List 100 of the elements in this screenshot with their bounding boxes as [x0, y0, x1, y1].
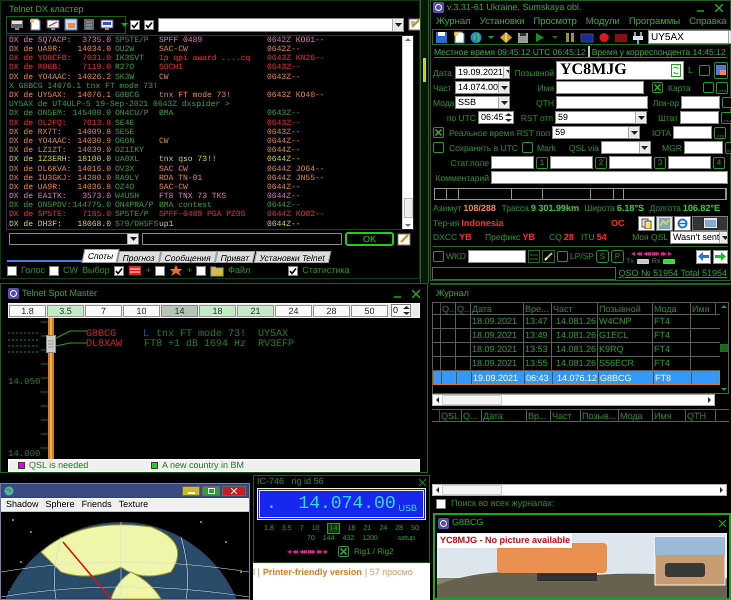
table-row[interactable]: 19.09.2021 06:43 14.076.12 G8BCG FT8 [433, 371, 720, 385]
edit-icon[interactable] [397, 232, 411, 246]
checkbox[interactable] [436, 499, 446, 510]
input-field[interactable] [673, 126, 712, 140]
close-button[interactable] [222, 486, 246, 496]
close-icon[interactable] [412, 290, 420, 298]
arrow-button[interactable]: ◂ [287, 546, 289, 558]
checkbox[interactable] [433, 142, 444, 154]
column-header[interactable]: Мода [653, 303, 691, 314]
checkbox[interactable] [338, 546, 349, 557]
qsl-via-combo[interactable] [600, 141, 651, 154]
close-icon[interactable] [715, 4, 723, 12]
globe-icon[interactable] [469, 30, 483, 44]
checkbox[interactable] [130, 20, 140, 30]
toggle-button[interactable]: S [596, 250, 609, 263]
arrow-button[interactable]: ◂◂◂ [643, 248, 650, 258]
checkbox[interactable] [48, 266, 59, 276]
tab[interactable]: Установки Telnet [254, 251, 332, 264]
record-icon[interactable] [597, 30, 611, 44]
menu-item[interactable]: Установки [480, 14, 524, 30]
slider-thumb[interactable] [46, 335, 56, 353]
field-button[interactable]: 3 [654, 156, 666, 169]
input-field[interactable] [684, 141, 723, 154]
menu-item[interactable]: Friends [82, 498, 112, 512]
filter-combo[interactable] [158, 18, 404, 32]
arrow-button[interactable]: ◂◂◂ [299, 546, 305, 558]
arrow-button[interactable]: ▸▸ [317, 546, 321, 558]
scrollbar[interactable] [720, 303, 728, 394]
spot-callsign[interactable]: DL8XAW [86, 337, 122, 352]
tab[interactable]: Прогноз [117, 251, 162, 264]
arrow-button[interactable]: ▸▸▸ [308, 546, 314, 558]
input-field[interactable] [550, 156, 593, 170]
table-row[interactable]: 18.09.2021 13:49 14.081.26 G1ECL FT4 [433, 329, 720, 343]
flag-icon[interactable] [128, 264, 142, 278]
menu-item[interactable]: Справка [689, 14, 726, 30]
checkbox[interactable] [154, 266, 165, 276]
time-spinner[interactable]: 06:45 [478, 111, 514, 124]
column-header[interactable]: Част [552, 303, 598, 314]
mode-combo[interactable]: SSB [455, 96, 510, 110]
input-field[interactable] [491, 156, 534, 170]
frequency-combo[interactable]: 14.074.00 [455, 81, 510, 94]
column-header[interactable]: Q.. [441, 303, 456, 314]
menu-item[interactable]: Модули [586, 14, 620, 30]
band-button[interactable]: 21 [237, 304, 274, 316]
print-link[interactable]: Printer-friendly version [262, 566, 362, 580]
ok-button[interactable]: OK [345, 232, 394, 246]
input-field[interactable] [668, 156, 711, 170]
checkbox[interactable] [722, 97, 731, 108]
qsl-status-combo[interactable]: Wasn't sent [670, 231, 728, 244]
column-header[interactable]: Дата [471, 303, 524, 314]
checkbox[interactable] [196, 266, 206, 276]
input-field[interactable] [142, 233, 342, 246]
scrollbar[interactable] [420, 0, 429, 283]
checkbox[interactable] [652, 82, 663, 94]
burst-icon[interactable] [168, 264, 183, 278]
save-icon[interactable] [435, 30, 449, 44]
input-field[interactable] [556, 96, 648, 110]
arrow-button[interactable]: ◂ [631, 248, 634, 258]
band-button[interactable]: 28 [313, 304, 350, 316]
menu-item[interactable]: Texture [118, 498, 148, 512]
column-header[interactable]: Част [551, 410, 581, 422]
field-button[interactable]: 1 [536, 156, 548, 169]
band-button[interactable]: 14 [161, 304, 198, 316]
date-combo[interactable]: 19.09.2021 [455, 66, 510, 79]
callsign-field[interactable]: YC8MJG [556, 60, 684, 80]
input-field[interactable] [556, 81, 644, 94]
tab[interactable]: Споты [82, 249, 120, 264]
arrow-button[interactable]: ▸▸ [661, 248, 666, 258]
plug-icon[interactable] [631, 30, 645, 44]
column-header[interactable]: Имя [653, 410, 686, 422]
back-button[interactable] [696, 250, 711, 264]
column-header[interactable]: Позыв... [581, 410, 619, 422]
refresh-icon[interactable] [671, 64, 681, 77]
column-header[interactable]: Вр... [527, 410, 551, 422]
checkbox[interactable] [433, 127, 444, 138]
toggle-button[interactable]: P [610, 250, 624, 263]
column-header[interactable]: Вре... [524, 303, 552, 314]
field-button[interactable]: 4 [713, 156, 725, 169]
menu-item[interactable]: Программы [628, 14, 680, 30]
browser-button[interactable] [674, 216, 691, 230]
close-icon[interactable] [419, 478, 426, 486]
more-button[interactable] [716, 82, 728, 94]
band-button[interactable]: 10 [123, 304, 160, 316]
monitor-icon[interactable] [10, 18, 24, 32]
document-icon[interactable] [28, 18, 42, 32]
checkbox[interactable] [522, 142, 533, 154]
copy-button[interactable] [638, 216, 655, 230]
band-button[interactable]: 7 [85, 304, 122, 316]
scrollbar[interactable] [432, 484, 727, 496]
band-button[interactable]: 24 [275, 304, 312, 316]
checkbox[interactable] [288, 266, 298, 276]
column-header[interactable]: QTH [686, 410, 716, 422]
menu-item[interactable]: Sphere [46, 498, 75, 512]
checkbox[interactable] [7, 266, 17, 276]
edit-icon[interactable] [408, 18, 422, 32]
tab[interactable]: Приват [215, 251, 256, 264]
column-header[interactable]: Позывной [598, 303, 653, 314]
input-field[interactable] [680, 111, 719, 124]
input-field[interactable] [468, 250, 526, 263]
brush-button[interactable] [542, 250, 555, 263]
